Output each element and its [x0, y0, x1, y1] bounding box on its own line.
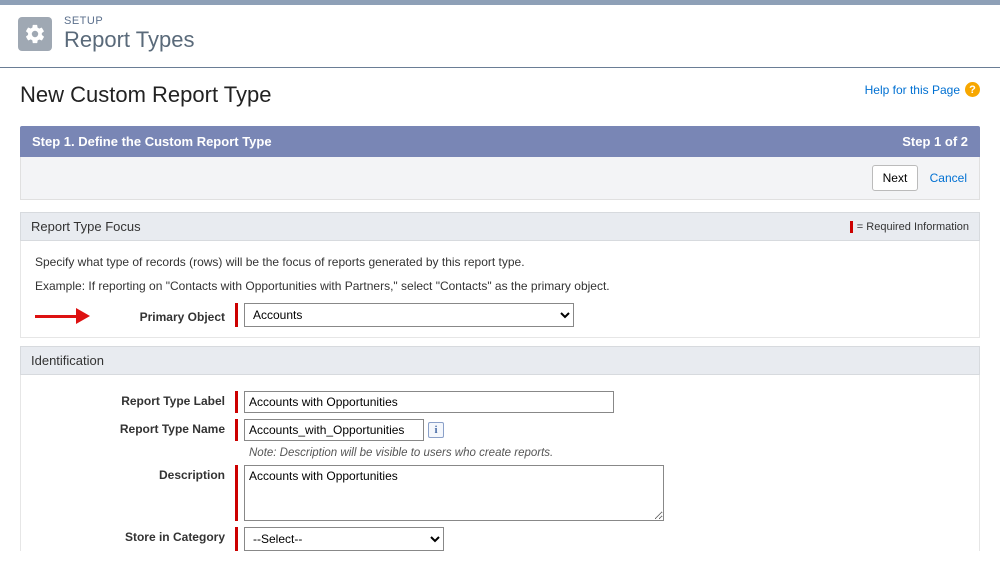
required-indicator	[235, 303, 238, 327]
gear-icon	[18, 17, 52, 51]
required-indicator	[235, 527, 238, 551]
primary-object-select[interactable]: Accounts	[244, 303, 574, 327]
next-button[interactable]: Next	[872, 165, 919, 191]
required-indicator	[235, 465, 238, 521]
required-bar-icon	[850, 221, 853, 233]
description-note: Note: Description will be visible to use…	[249, 447, 965, 459]
cancel-link[interactable]: Cancel	[930, 171, 967, 185]
report-type-name-input[interactable]	[244, 419, 424, 441]
page-title: New Custom Report Type	[20, 82, 271, 108]
store-in-category-select[interactable]: --Select--	[244, 527, 444, 551]
report-type-name-label: Report Type Name	[35, 419, 235, 436]
primary-object-label: Primary Object	[95, 307, 235, 324]
required-indicator	[235, 391, 238, 413]
help-text: Help for this Page	[865, 83, 960, 97]
step-bar: Step 1. Define the Custom Report Type St…	[20, 126, 980, 157]
setup-eyebrow: SETUP	[64, 15, 194, 27]
required-note: = Required Information	[850, 221, 969, 233]
description-textarea[interactable]	[244, 465, 664, 521]
info-icon[interactable]: i	[428, 422, 444, 438]
identification-heading: Identification	[31, 353, 104, 368]
setup-header: SETUP Report Types	[0, 5, 1000, 68]
step-title: Step 1. Define the Custom Report Type	[32, 134, 272, 149]
focus-heading: Report Type Focus	[31, 219, 141, 234]
help-icon: ?	[965, 82, 980, 97]
description-label: Description	[35, 465, 235, 482]
page-section-title: Report Types	[64, 27, 194, 53]
focus-section-header: Report Type Focus = Required Information	[20, 212, 980, 241]
step-progress: Step 1 of 2	[902, 134, 968, 149]
report-type-label-input[interactable]	[244, 391, 614, 413]
arrow-icon	[35, 307, 90, 325]
action-bar: Next Cancel	[20, 157, 980, 200]
store-in-category-label: Store in Category	[35, 527, 235, 544]
required-indicator	[235, 419, 238, 441]
help-link[interactable]: Help for this Page ?	[865, 82, 980, 97]
report-type-label-label: Report Type Label	[35, 391, 235, 408]
focus-desc-1: Specify what type of records (rows) will…	[35, 255, 965, 269]
focus-desc-2: Example: If reporting on "Contacts with …	[35, 279, 965, 293]
identification-section-header: Identification	[20, 346, 980, 375]
